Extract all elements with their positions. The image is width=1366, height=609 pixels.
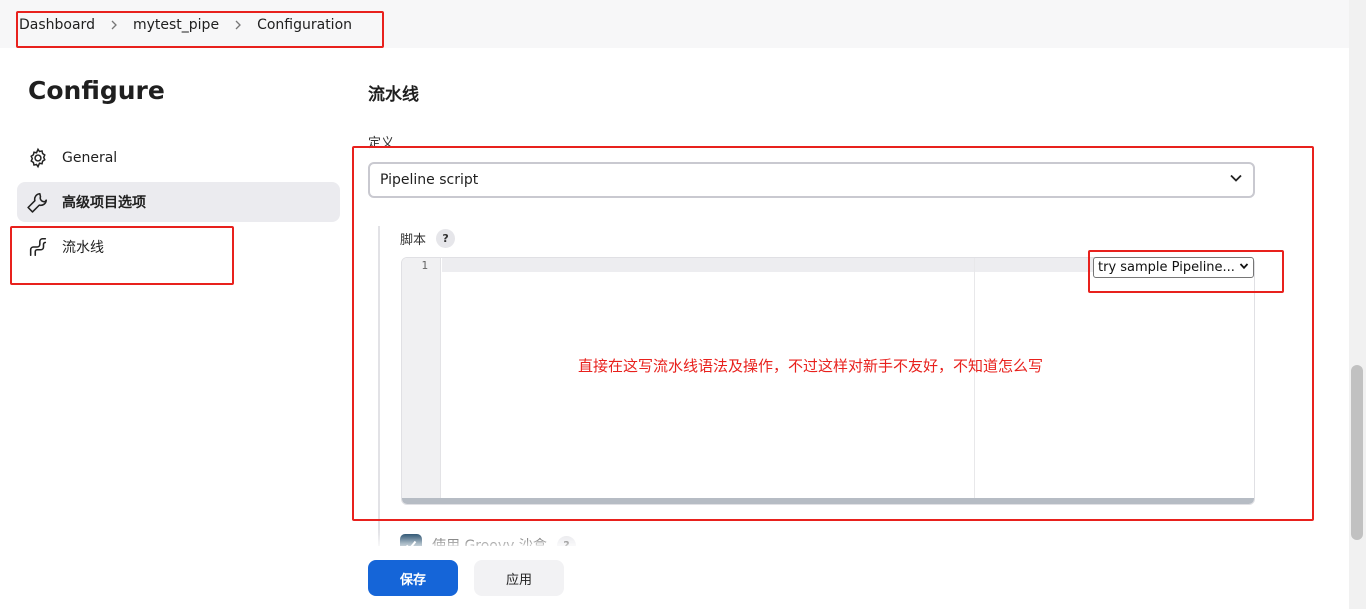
breadcrumb-configuration[interactable]: Configuration bbox=[257, 17, 352, 33]
nested-section-line bbox=[378, 226, 380, 546]
page-title: Configure bbox=[28, 76, 165, 105]
sidebar-item-general[interactable]: General bbox=[17, 138, 340, 178]
editor-horizontal-scrollbar[interactable] bbox=[402, 498, 1254, 504]
save-button[interactable]: 保存 bbox=[368, 560, 458, 596]
script-label: 脚本 bbox=[400, 233, 427, 248]
breadcrumb-project[interactable]: mytest_pipe bbox=[133, 17, 219, 33]
try-sample-pipeline-select[interactable]: try sample Pipeline... bbox=[1093, 257, 1254, 278]
help-icon[interactable]: ? bbox=[436, 229, 456, 248]
section-title: 流水线 bbox=[368, 85, 419, 105]
sample-select-value: try sample Pipeline... bbox=[1098, 260, 1235, 275]
pipeline-icon bbox=[27, 236, 49, 258]
definition-select-value: Pipeline script bbox=[380, 172, 479, 188]
definition-select[interactable]: Pipeline script bbox=[368, 162, 1255, 198]
chevron-right-icon bbox=[109, 20, 119, 30]
wrench-icon bbox=[27, 191, 49, 213]
page: Dashboard mytest_pipe Configuration Conf… bbox=[0, 0, 1366, 609]
annotation-note: 直接在这写流水线语法及操作，不过这样对新手不友好，不知道怎么写 bbox=[578, 357, 1044, 375]
chevron-down-icon bbox=[1239, 260, 1249, 275]
breadcrumb-bar: Dashboard mytest_pipe Configuration bbox=[0, 0, 1349, 48]
gear-icon bbox=[27, 147, 49, 169]
sidebar-item-label: 流水线 bbox=[62, 240, 104, 256]
apply-button[interactable]: 应用 bbox=[474, 560, 564, 596]
breadcrumb-dashboard[interactable]: Dashboard bbox=[19, 17, 95, 33]
chevron-right-icon bbox=[233, 20, 243, 30]
sidebar-item-pipeline[interactable]: 流水线 bbox=[17, 227, 340, 267]
definition-label: 定义 bbox=[368, 136, 395, 151]
chevron-down-icon bbox=[1229, 171, 1243, 189]
editor-gutter: 1 bbox=[402, 258, 441, 504]
bottom-action-bar bbox=[0, 546, 1349, 609]
script-editor[interactable]: 1 bbox=[401, 257, 1255, 505]
page-scrollbar-thumb[interactable] bbox=[1351, 365, 1363, 540]
sidebar-item-label: 高级项目选项 bbox=[62, 195, 146, 211]
line-number: 1 bbox=[421, 259, 428, 272]
editor-print-margin bbox=[974, 258, 975, 504]
breadcrumb: Dashboard mytest_pipe Configuration bbox=[19, 15, 352, 35]
script-label-row: 脚本 ? bbox=[400, 229, 456, 248]
sidebar-item-advanced[interactable]: 高级项目选项 bbox=[17, 182, 340, 222]
sidebar-item-label: General bbox=[62, 150, 118, 166]
